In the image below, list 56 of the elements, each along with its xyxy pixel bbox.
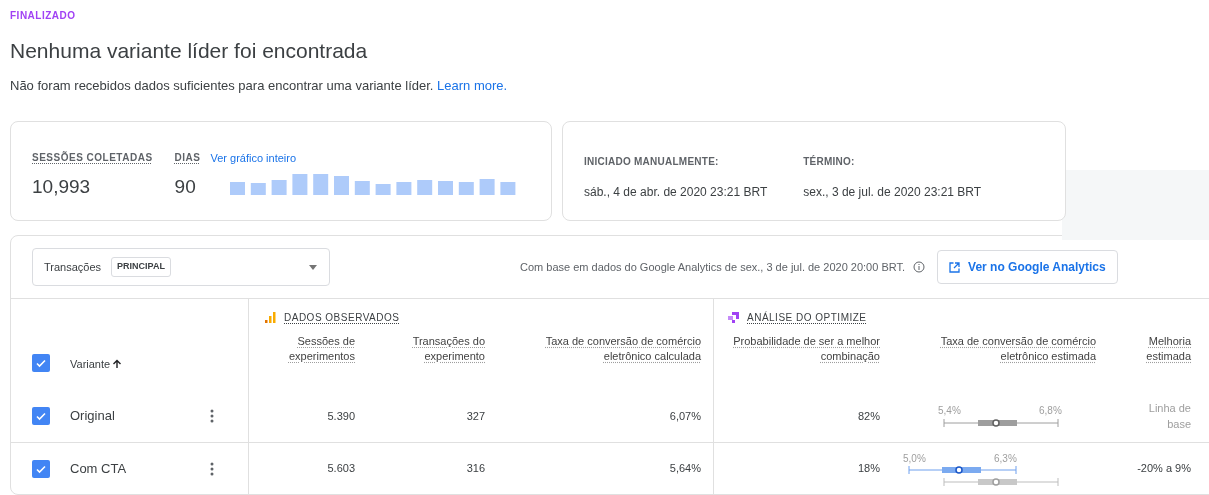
view-in-analytics-button[interactable]: Ver no Google Analytics [937,250,1118,284]
column-header: Melhoria estimada [1145,334,1191,364]
date-value: sex., 3 de jul. de 2020 23:21 BRT [803,184,982,201]
dropdown-caret-icon [309,264,317,270]
range-low-label: 5,0% [903,451,926,466]
objective-tag: PRINCIPAL [111,257,171,277]
table-cell-text: 5.603 [326,461,355,477]
checkbox[interactable] [32,459,50,478]
variant-name: Com CTA [70,459,128,478]
check-icon [35,357,47,369]
table-cell-text: 82% [856,408,880,424]
checkbox[interactable] [32,354,50,372]
more-options-icon[interactable] [210,461,214,476]
table-cell-text: 327 [465,408,485,424]
more-options-icon[interactable] [210,409,214,423]
info-icon[interactable] [913,261,926,273]
range-high-label: 6,3% [994,451,1017,466]
variant-column-header[interactable]: Variante [70,355,123,372]
table-cell-text: -20% a 9% [1136,461,1191,477]
column-header: Probabilidade de ser a melhor combinação [732,334,880,364]
column-header: Taxa de conversão de comércio eletrônico calculada [544,334,701,364]
date-label: TÉRMINO: [803,154,856,169]
column-header: Transações do experimento [411,334,485,364]
status-label: FINALIZADO [10,9,77,23]
group-title: DADOS OBSERVADOS [284,311,400,325]
full-chart-link[interactable]: Ver gráfico inteiro [210,150,521,167]
column-header: Sessões de experimentos [287,334,355,364]
objective-dropdown[interactable]: Transações PRINCIPAL [32,248,330,286]
learn-more-link[interactable]: Learn more. [437,77,508,93]
page-heading: Nenhuma variante líder foi encontrada [10,38,369,64]
date-label: INICIADO MANUALMENTE: [584,155,720,169]
sort-ascending-icon [112,358,123,369]
table-cell-text: 5.390 [326,408,355,424]
table-cell-text: 18% [856,461,880,477]
description-text: Não foram recebidos dados suficientes para encontrar uma variante líder. Learn more. [10,76,509,95]
variant-name: Original [70,407,116,426]
days-label: DIAS [174,151,201,165]
table-cell-text: 6,07% [668,408,701,424]
range-high-label: 6,8% [1039,404,1062,418]
days-value: 90 [174,175,197,199]
column-header: Taxa de conversão de comércio eletrônico estimada [939,334,1096,364]
sessions-label: SESSÕES COLETADAS [32,150,153,165]
optimize-icon [728,312,739,323]
analytics-bars-icon [265,312,276,323]
sessions-value: 10,993 [32,175,92,199]
group-title: ANÁLISE DO OPTIMIZE [747,310,867,325]
table-cell-text: 5,64% [668,461,701,477]
table-cell-text: Linha de base [1147,400,1191,432]
objective-label: Transações [44,259,102,275]
range-low-label: 5,4% [938,404,961,418]
checkbox[interactable] [32,407,50,425]
table-cell-text: 316 [465,461,485,477]
date-value: sáb., 4 de abr. de 2020 23:21 BRT [584,184,768,201]
open-in-new-icon [949,261,961,273]
source-note: Com base em dados do Google Analytics de sex., 3 de jul. de 2020 20:00 BRT. [520,259,906,275]
check-icon [35,410,47,422]
